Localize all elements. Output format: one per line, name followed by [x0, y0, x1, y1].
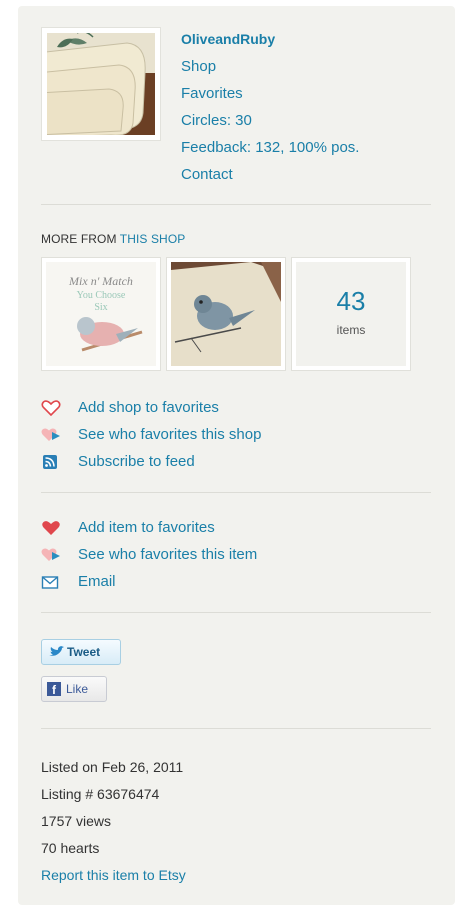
email-item[interactable]: Email: [41, 571, 341, 593]
more-item-title: Mix n' Match: [69, 274, 133, 288]
add-shop-to-favorites[interactable]: Add shop to favorites: [41, 397, 341, 419]
tweet-button[interactable]: Tweet: [41, 639, 121, 665]
shop-link[interactable]: Shop: [181, 58, 216, 75]
shop-avatar-image: [47, 33, 155, 135]
see-who-favorites-shop[interactable]: See who favorites this shop: [41, 424, 341, 446]
facebook-like-button[interactable]: f Like: [41, 676, 107, 702]
divider: [41, 612, 431, 613]
rss-feed-icon: [43, 455, 57, 469]
envelope-icon: [41, 576, 59, 589]
more-item-image-2: [171, 262, 281, 366]
listed-on-date: Listed on Feb 26, 2011: [41, 759, 184, 775]
favoriters-icon: [41, 428, 60, 441]
item-sidebar-panel: OliveandRuby Shop Favorites Circles: 30 …: [18, 6, 455, 905]
listing-details: Listed on Feb 26, 2011 Listing # 6367647…: [41, 754, 186, 889]
add-item-to-favorites[interactable]: Add item to favorites: [41, 517, 341, 539]
shop-info: OliveandRuby Shop Favorites Circles: 30 …: [181, 26, 359, 188]
item-count: 43: [336, 286, 366, 316]
like-label: Like: [66, 682, 89, 696]
more-item-thumbnail-1[interactable]: Mix n' Match You Choose Six: [41, 257, 161, 371]
heart-outline-icon: [41, 400, 61, 416]
item-count-label: items: [336, 323, 366, 337]
circles-link[interactable]: Circles: 30: [181, 112, 252, 129]
favorites-link[interactable]: Favorites: [181, 85, 243, 102]
shop-name-link[interactable]: OliveandRuby: [181, 31, 275, 47]
listing-number: Listing # 63676474: [41, 786, 160, 802]
shop-avatar[interactable]: [41, 27, 161, 141]
divider: [41, 204, 431, 205]
view-count: 1757 views: [41, 813, 112, 829]
more-item-subtitle-2: Six: [94, 302, 108, 313]
twitter-bird-icon: [49, 646, 64, 656]
more-item-thumbnail-2[interactable]: [166, 257, 286, 371]
more-from-heading: MORE FROM THIS SHOP: [41, 232, 186, 246]
divider: [41, 728, 431, 729]
facebook-icon: f: [47, 682, 61, 697]
favoriters-icon: [41, 548, 60, 561]
heart-filled-icon: [42, 521, 60, 535]
see-who-favorites-item[interactable]: See who favorites this item: [41, 544, 341, 566]
this-shop-link[interactable]: THIS SHOP: [120, 232, 186, 246]
subscribe-to-feed[interactable]: Subscribe to feed: [41, 451, 341, 473]
report-item-link[interactable]: Report this item to Etsy: [41, 867, 186, 883]
tweet-label: Tweet: [67, 645, 101, 659]
contact-link[interactable]: Contact: [181, 166, 233, 183]
more-item-subtitle: You Choose: [76, 290, 126, 301]
divider: [41, 492, 431, 493]
more-items-count-box[interactable]: 43 items: [291, 257, 411, 371]
heart-count: 70 hearts: [41, 840, 100, 856]
feedback-link[interactable]: Feedback: 132, 100% pos.: [181, 139, 359, 156]
